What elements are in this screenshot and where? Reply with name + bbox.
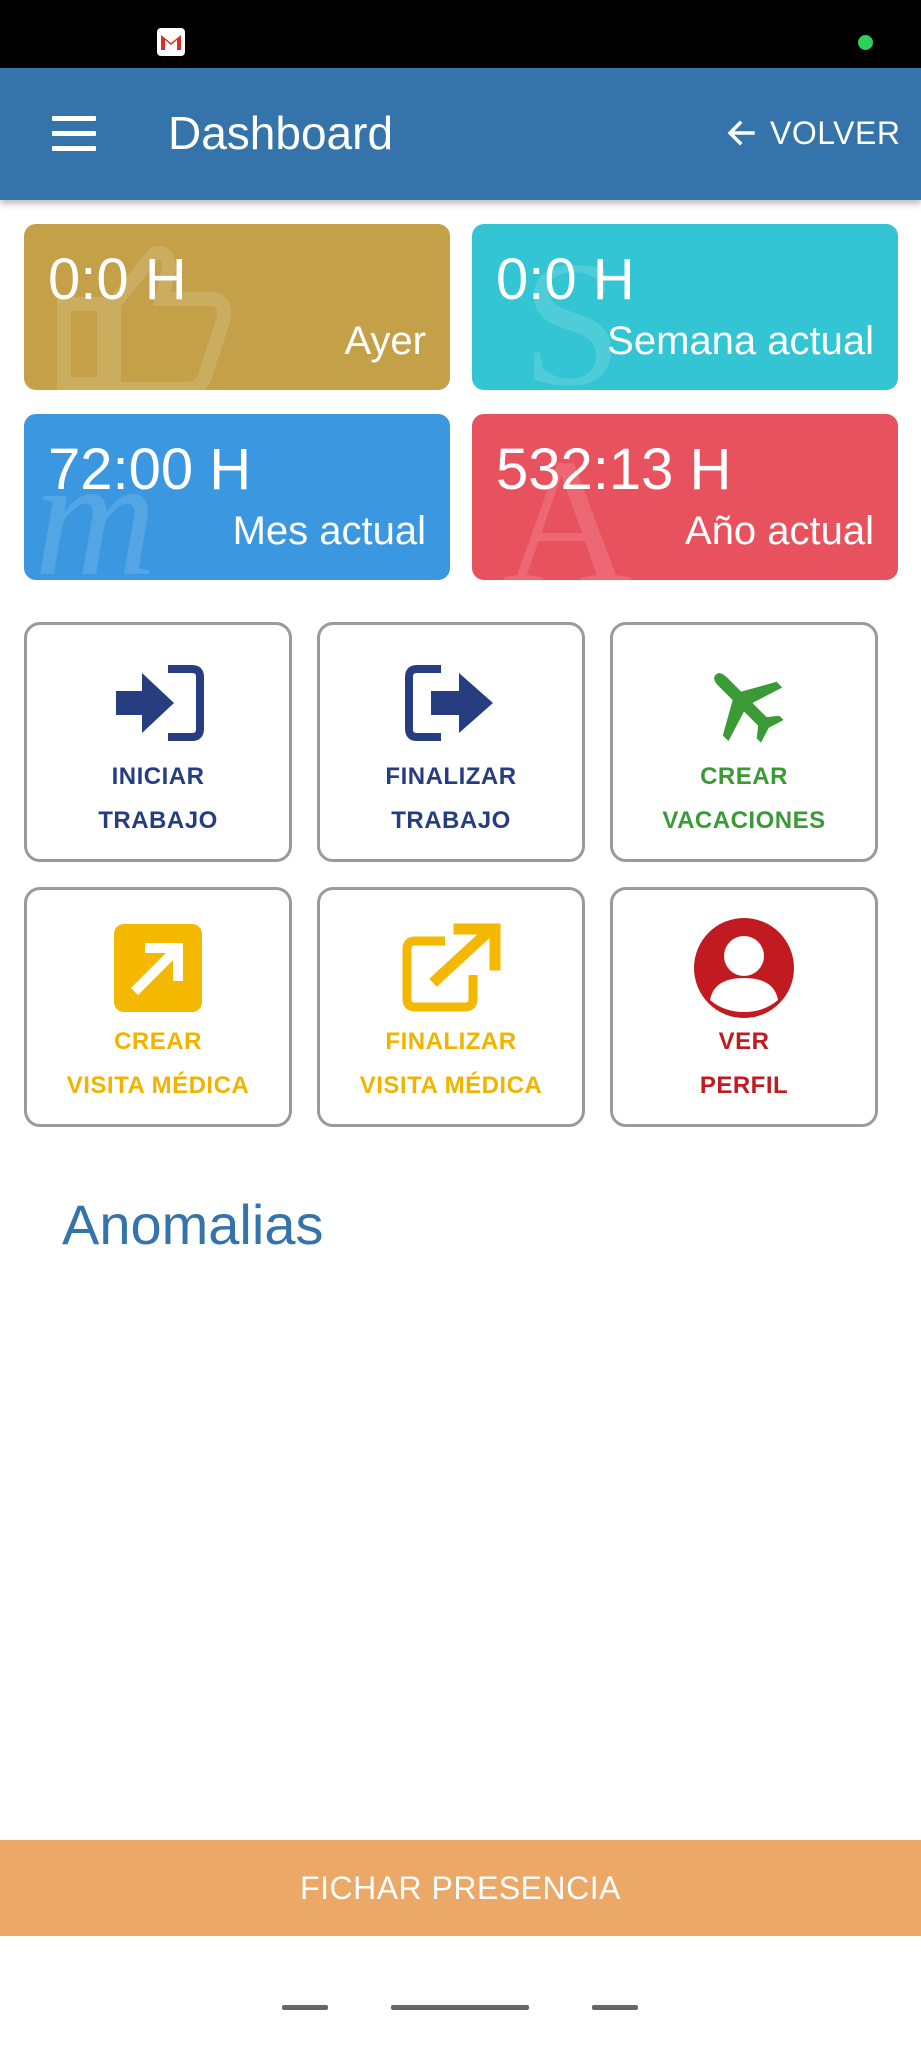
fichar-presencia-button[interactable]: FICHAR PRESENCIA: [0, 1840, 921, 1936]
privacy-indicator-dot: [858, 35, 873, 50]
stat-value: 72:00 H: [48, 437, 252, 502]
tile-label-line2: TRABAJO: [98, 807, 218, 834]
tile-label-line2: PERFIL: [699, 1072, 789, 1099]
tile-label-line1: INICIAR: [111, 763, 205, 790]
stat-card-mes: m 72:00 H Mes actual: [24, 414, 450, 580]
stat-label: Semana actual: [607, 319, 874, 363]
tile-label-line2: VACACIONES: [662, 807, 826, 834]
page-title: Dashboard: [168, 107, 394, 159]
status-bar: [0, 0, 921, 68]
tile-label-line2: VISITA MÉDICA: [359, 1072, 543, 1099]
anomalias-heading: Anomalias: [62, 1193, 324, 1256]
stat-value: 532:13 H: [496, 437, 732, 502]
crear-vacaciones-button[interactable]: CREAR VACACIONES: [610, 622, 878, 862]
external-arrow-square-icon: [114, 924, 202, 1012]
external-link-icon: [402, 923, 501, 1012]
tile-label-line1: VER: [718, 1028, 770, 1055]
nav-back-button[interactable]: [592, 2005, 638, 2010]
nav-recents-button[interactable]: [282, 2005, 328, 2010]
hamburger-menu-icon[interactable]: [52, 116, 96, 152]
tile-label-line1: CREAR: [700, 763, 788, 790]
user-circle-icon: [694, 918, 794, 1018]
crear-visita-medica-button[interactable]: CREAR VISITA MÉDICA: [24, 887, 292, 1127]
tile-label-line2: TRABAJO: [391, 807, 511, 834]
ver-perfil-button[interactable]: VER PERFIL: [610, 887, 878, 1127]
tile-label-line1: FINALIZAR: [385, 1028, 517, 1055]
finalizar-visita-medica-button[interactable]: FINALIZAR VISITA MÉDICA: [317, 887, 585, 1127]
stat-label: Mes actual: [232, 509, 426, 553]
back-label: VOLVER: [770, 114, 901, 151]
arrow-left-icon: [727, 120, 755, 146]
sign-in-icon: [116, 665, 204, 741]
stat-card-semana: S 0:0 H Semana actual: [472, 224, 898, 390]
tile-label-line1: FINALIZAR: [385, 763, 517, 790]
finalizar-trabajo-button[interactable]: FINALIZAR TRABAJO: [317, 622, 585, 862]
tile-label-line2: VISITA MÉDICA: [66, 1072, 250, 1099]
stat-card-ayer: 0:0 H Ayer: [24, 224, 450, 390]
back-button[interactable]: VOLVER: [726, 108, 900, 158]
gmail-icon: [157, 28, 185, 56]
airplane-icon: [714, 673, 784, 743]
stat-label: Ayer: [344, 319, 426, 363]
stat-value: 0:0 H: [48, 247, 187, 312]
tile-label-line1: CREAR: [114, 1028, 202, 1055]
stat-value: 0:0 H: [496, 247, 635, 312]
stat-card-anio: A 532:13 H Año actual: [472, 414, 898, 580]
iniciar-trabajo-button[interactable]: INICIAR TRABAJO: [24, 622, 292, 862]
sign-out-icon: [405, 665, 493, 741]
stat-label: Año actual: [684, 509, 874, 553]
app-bar: Dashboard VOLVER: [0, 68, 921, 200]
nav-home-button[interactable]: [391, 2005, 529, 2010]
